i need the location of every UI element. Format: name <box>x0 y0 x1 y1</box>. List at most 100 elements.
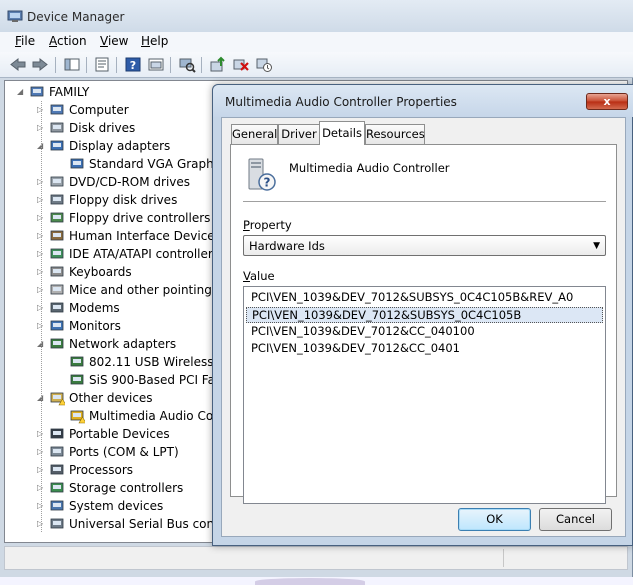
details-tab-panel: ? Multimedia Audio Controller Property H… <box>230 144 617 504</box>
value-label: Value <box>243 269 275 283</box>
menu-action[interactable]: Action <box>49 34 87 48</box>
tree-item-label: Storage controllers <box>69 481 184 495</box>
tree-item-label: Display adapters <box>69 139 171 153</box>
tree-item[interactable]: ▷Processors <box>5 461 215 479</box>
tree-item[interactable]: ▷Floppy drive controllers <box>5 209 215 227</box>
property-dropdown[interactable]: Hardware Ids ▼ <box>243 235 606 256</box>
svg-text:?: ? <box>130 59 136 72</box>
value-list-item[interactable]: PCI\VEN_1039&DEV_7012&CC_040100 <box>246 324 603 340</box>
tab-general[interactable]: General <box>231 124 278 144</box>
tree-item[interactable]: ◢Network adapters <box>5 335 215 353</box>
value-list-item[interactable]: PCI\VEN_1039&DEV_7012&SUBSYS_0C4C105B&RE… <box>246 290 603 306</box>
ide-controller-icon <box>50 248 64 259</box>
tree-item-label: Portable Devices <box>69 427 170 441</box>
tree-item[interactable]: ▷Universal Serial Bus control <box>5 515 234 533</box>
window-title: Device Manager <box>27 10 125 24</box>
tree-item[interactable]: 802.11 USB Wireless LAN <box>5 353 241 371</box>
tree-item-label: Network adapters <box>69 337 177 351</box>
tree-item-label: IDE ATA/ATAPI controllers <box>69 247 220 261</box>
uninstall-icon[interactable] <box>232 56 250 73</box>
mouse-icon <box>50 284 64 295</box>
menu-help[interactable]: Help <box>141 34 168 48</box>
tree-item-label: Ports (COM & LPT) <box>69 445 179 459</box>
property-dropdown-value: Hardware Ids <box>249 239 325 253</box>
status-bar <box>4 546 628 570</box>
properties-icon[interactable] <box>93 56 111 73</box>
tree-item-label: Standard VGA Graphics <box>89 157 230 171</box>
help-icon[interactable]: ? <box>124 56 142 73</box>
warning-device-icon <box>70 410 85 424</box>
tree-item[interactable]: ▷Portable Devices <box>5 425 215 443</box>
ok-button[interactable]: OK <box>458 508 531 531</box>
display-adapter-icon <box>70 158 84 169</box>
tree-item-label: FAMILY <box>49 85 90 99</box>
portable-device-icon <box>50 428 64 439</box>
tree-item-label: Universal Serial Bus control <box>69 517 235 531</box>
tree-item[interactable]: ▷Keyboards <box>5 263 215 281</box>
toolbar-separator <box>201 57 202 73</box>
device-name: Multimedia Audio Controller <box>289 161 450 175</box>
forward-arrow-icon[interactable] <box>31 56 49 73</box>
console-icon[interactable] <box>147 56 165 73</box>
tab-details[interactable]: Details <box>319 121 365 145</box>
show-hide-console-tree-icon[interactable] <box>63 56 81 73</box>
menu-file[interactable]: File <box>15 34 35 48</box>
device-manager-icon <box>7 10 23 22</box>
tree-item[interactable]: ▷Computer <box>5 101 215 119</box>
tree-item-label: Computer <box>69 103 129 117</box>
tree-item[interactable]: ◢Other devices <box>5 389 215 407</box>
modem-icon <box>50 302 64 313</box>
network-adapter-icon <box>50 338 64 349</box>
tab-resources[interactable]: Resources <box>365 124 425 144</box>
tree-item[interactable]: ▷Disk drives <box>5 119 215 137</box>
title-bar: Device Manager <box>0 0 633 32</box>
update-driver-icon[interactable] <box>209 56 227 73</box>
tree-item[interactable]: ▷Mice and other pointing de <box>5 281 231 299</box>
tree-item-label: Other devices <box>69 391 153 405</box>
network-adapter-icon <box>70 374 84 385</box>
tree-item-label: Processors <box>69 463 134 477</box>
tree-item[interactable]: Multimedia Audio Cont <box>5 407 225 425</box>
back-arrow-icon[interactable] <box>9 56 27 73</box>
menu-view[interactable]: View <box>100 34 128 48</box>
tree-item[interactable]: ▷Monitors <box>5 317 215 335</box>
close-icon: x <box>603 95 611 108</box>
dialog-body: General Driver Details Resources ? Multi… <box>221 117 626 537</box>
tree-item[interactable]: Standard VGA Graphics <box>5 155 230 173</box>
cancel-button[interactable]: Cancel <box>539 508 612 531</box>
tree-item-label: Mice and other pointing de <box>69 283 231 297</box>
tree-item[interactable]: ▷Floppy disk drives <box>5 191 215 209</box>
tree-item-label: Keyboards <box>69 265 132 279</box>
tree-connector-line <box>41 101 42 533</box>
tree-root[interactable]: ◢ FAMILY <box>5 83 215 101</box>
value-list-item[interactable]: PCI\VEN_1039&DEV_7012&CC_0401 <box>246 341 603 357</box>
value-list-item[interactable]: PCI\VEN_1039&DEV_7012&SUBSYS_0C4C105B <box>246 307 603 323</box>
tab-driver[interactable]: Driver <box>278 124 320 144</box>
tree-item[interactable]: ▷Storage controllers <box>5 479 215 497</box>
tree-item[interactable]: ▷Ports (COM & LPT) <box>5 443 215 461</box>
system-device-icon <box>50 500 64 511</box>
toolbar-separator <box>116 57 117 73</box>
tree-item[interactable]: ◢Display adapters <box>5 137 215 155</box>
menu-bar: File Action View Help <box>0 32 633 52</box>
tree-item[interactable]: ▷DVD/CD-ROM drives <box>5 173 215 191</box>
monitor-icon <box>50 320 64 331</box>
unknown-device-icon: ? <box>248 158 276 191</box>
toolbar-separator <box>170 57 171 73</box>
tree-item[interactable]: ▷System devices <box>5 497 215 515</box>
disable-icon[interactable] <box>255 56 273 73</box>
svg-text:?: ? <box>264 176 271 190</box>
dialog-title-bar[interactable]: Multimedia Audio Controller Properties x <box>213 85 633 117</box>
tree-item[interactable]: SiS 900-Based PCI Fast E <box>5 371 237 389</box>
toolbar: ? <box>0 52 633 78</box>
properties-dialog: Multimedia Audio Controller Properties x… <box>212 84 633 546</box>
tree-item[interactable]: ▷IDE ATA/ATAPI controllers <box>5 245 219 263</box>
scan-hardware-icon[interactable] <box>178 56 196 73</box>
tree-item[interactable]: ▷Human Interface Devices <box>5 227 221 245</box>
tree-item[interactable]: ▷Modems <box>5 299 215 317</box>
collapse-arrow-icon[interactable]: ◢ <box>17 88 24 96</box>
close-button[interactable]: x <box>586 93 628 110</box>
tree-item-label: Monitors <box>69 319 121 333</box>
computer-icon <box>50 104 64 115</box>
value-list[interactable]: PCI\VEN_1039&DEV_7012&SUBSYS_0C4C105B&RE… <box>243 286 606 504</box>
